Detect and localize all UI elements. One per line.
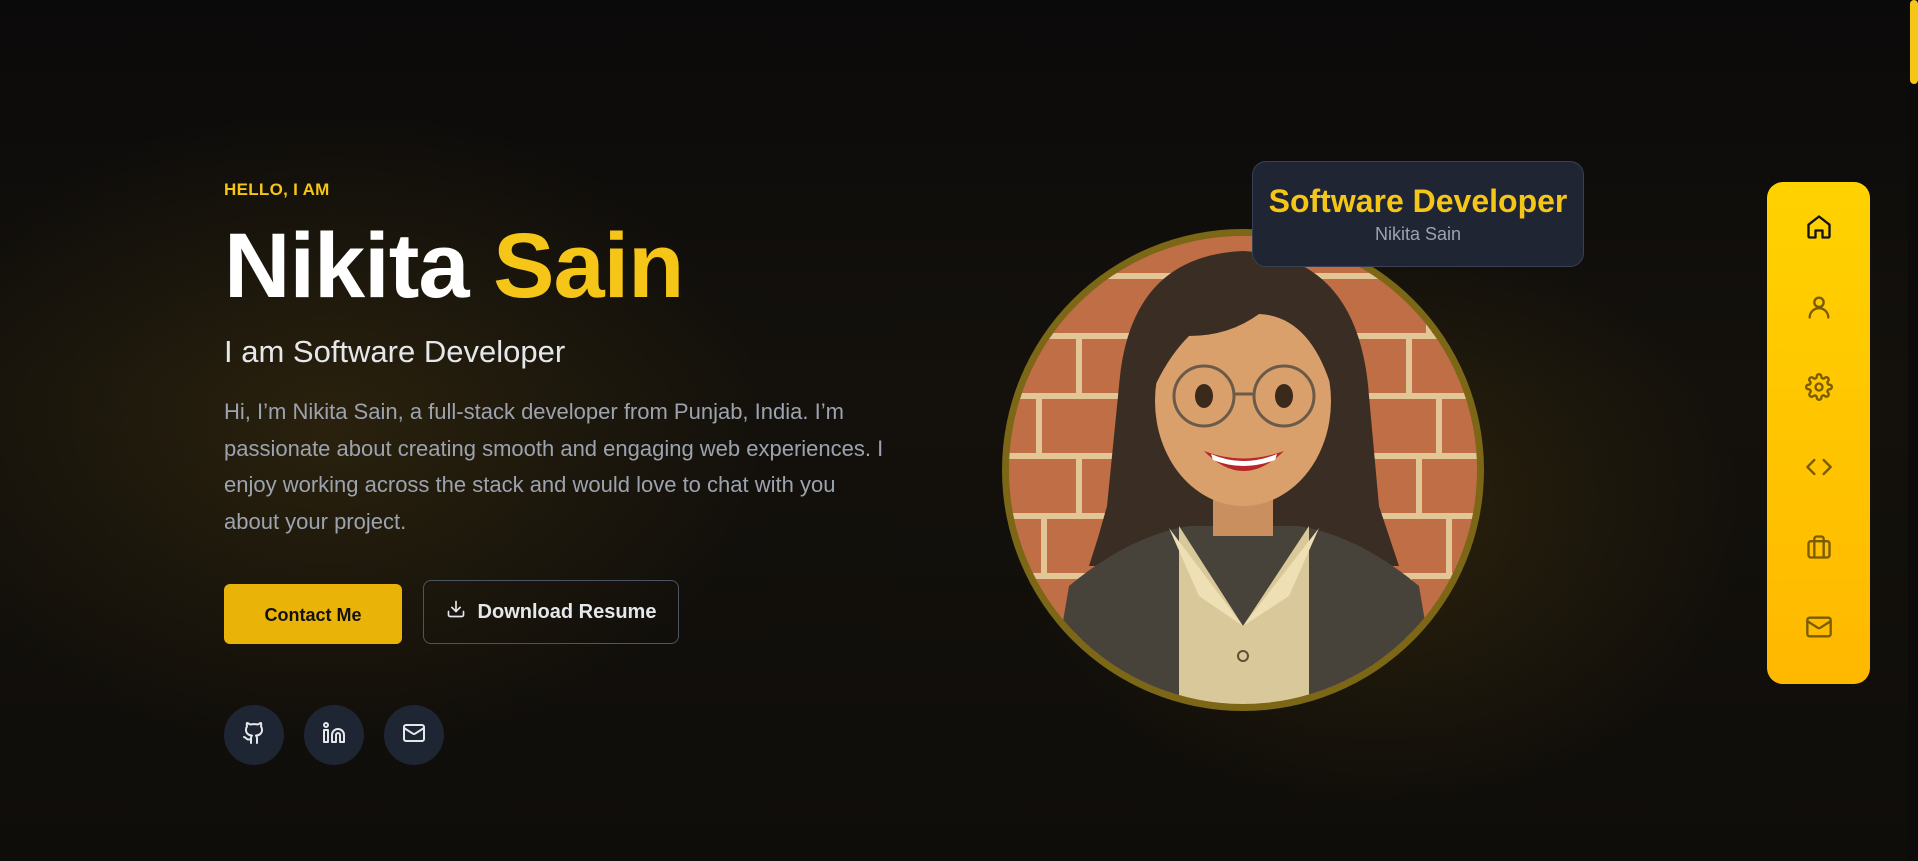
nav-home[interactable] [1804, 214, 1834, 244]
hero-buttons: Contact Me Download Resume [224, 580, 679, 644]
github-link[interactable] [224, 705, 284, 765]
download-resume-button[interactable]: Download Resume [423, 580, 679, 644]
hero-last-name: Sain [493, 215, 684, 317]
briefcase-icon [1805, 533, 1833, 566]
scrollbar-thumb[interactable] [1910, 0, 1918, 84]
profile-portrait-frame [1002, 229, 1484, 711]
page-scrollbar[interactable] [1908, 0, 1918, 861]
role-badge: Software Developer Nikita Sain [1252, 161, 1584, 267]
linkedin-link[interactable] [304, 705, 364, 765]
badge-subtitle: Nikita Sain [1374, 224, 1462, 244]
badge-title: Software Developer [1268, 183, 1568, 219]
contact-me-button[interactable]: Contact Me [224, 584, 402, 644]
hero-greeting: HELLO, I AM [224, 180, 330, 199]
hero-bio: Hi, I’m Nikita Sain, a full-stack develo… [224, 399, 884, 534]
linkedin-icon [322, 721, 346, 750]
hero-role: I am Software Developer [224, 334, 566, 369]
code-icon [1805, 453, 1833, 486]
mail-icon [402, 721, 426, 750]
nav-experience[interactable] [1804, 534, 1834, 564]
email-link[interactable] [384, 705, 444, 765]
hero-first-name: Nikita [224, 215, 470, 317]
mail-icon [1805, 613, 1833, 646]
social-links [224, 705, 444, 765]
github-icon [242, 721, 266, 750]
nav-contact[interactable] [1804, 614, 1834, 644]
nav-about[interactable] [1804, 294, 1834, 324]
user-icon [1805, 293, 1833, 326]
profile-portrait [1009, 236, 1477, 704]
download-icon [446, 599, 466, 625]
hero-section: HELLO, I AM Nikita Sain I am Software De… [224, 180, 884, 765]
home-icon [1805, 213, 1833, 246]
side-navigation [1767, 182, 1870, 684]
download-resume-label: Download Resume [477, 600, 657, 623]
nav-skills[interactable] [1804, 372, 1834, 406]
nav-projects[interactable] [1804, 454, 1834, 484]
gear-icon [1804, 372, 1833, 406]
hero-name: Nikita Sain [224, 218, 884, 314]
